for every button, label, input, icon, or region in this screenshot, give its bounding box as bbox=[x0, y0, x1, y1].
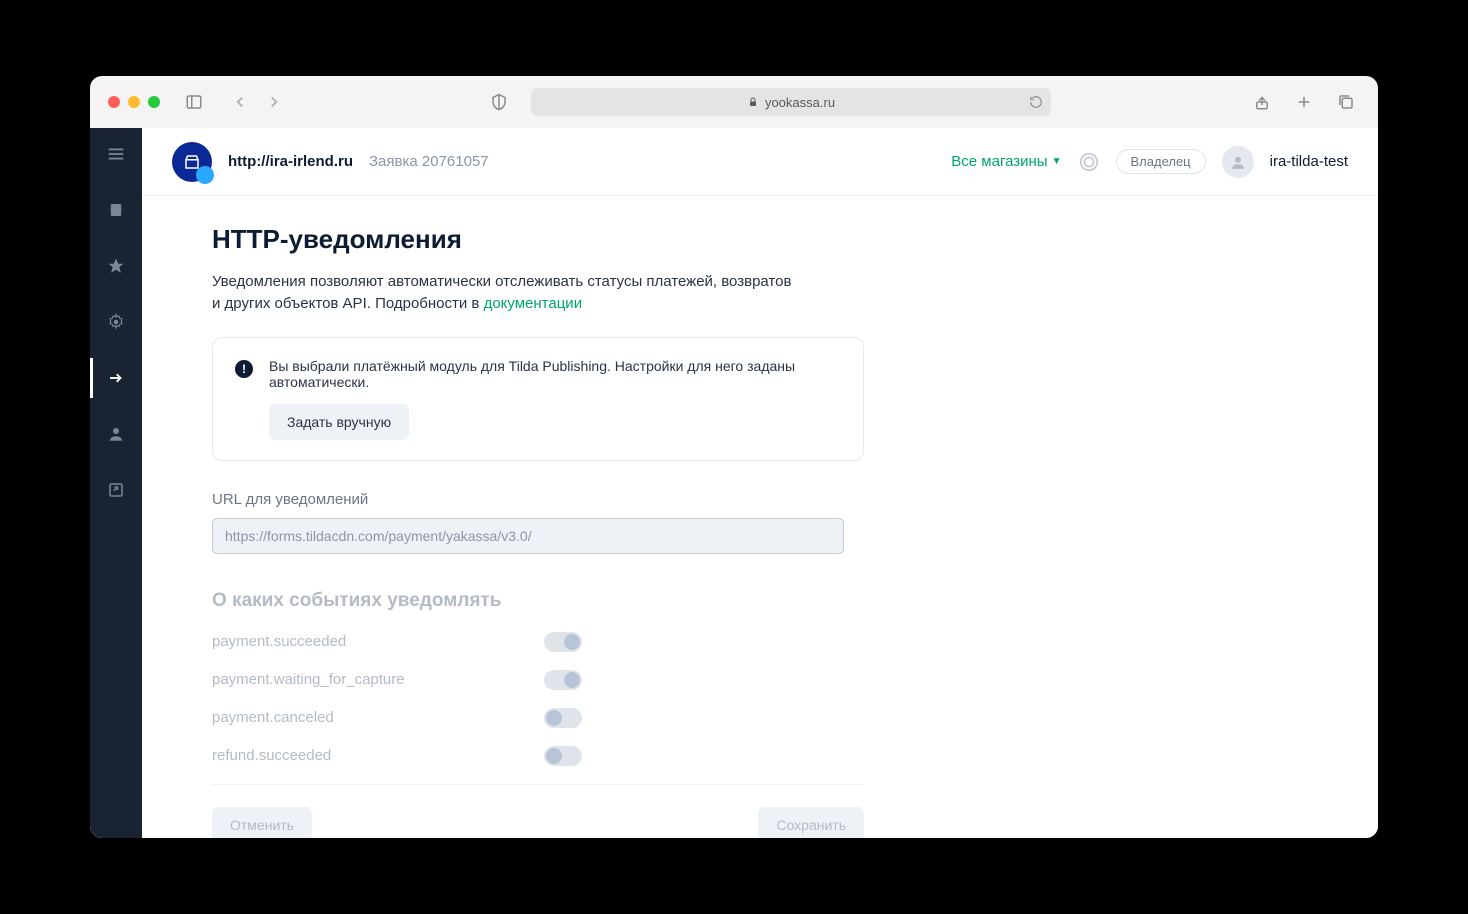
event-label: refund.succeeded bbox=[212, 747, 331, 764]
sidebar-item-favorites[interactable] bbox=[90, 252, 142, 280]
forward-button[interactable] bbox=[260, 88, 288, 116]
event-row: payment.waiting_for_capture bbox=[212, 670, 582, 690]
username[interactable]: ira-tilda-test bbox=[1270, 153, 1348, 170]
avatar[interactable] bbox=[1222, 146, 1254, 178]
auto-config-notice: ! Вы выбрали платёжный модуль для Tilda … bbox=[212, 337, 864, 461]
app-sidebar bbox=[90, 128, 142, 838]
close-window-button[interactable] bbox=[108, 96, 120, 108]
url-field-group: URL для уведомлений bbox=[212, 491, 912, 554]
shop-url[interactable]: http://ira-irlend.ru bbox=[228, 153, 353, 170]
page-description: Уведомления позволяют автоматически отсл… bbox=[212, 271, 792, 315]
browser-titlebar: yookassa.ru bbox=[90, 76, 1378, 128]
event-row: payment.succeeded bbox=[212, 632, 582, 652]
back-button[interactable] bbox=[226, 88, 254, 116]
address-bar[interactable]: yookassa.ru bbox=[531, 88, 1051, 116]
manual-config-button[interactable]: Задать вручную bbox=[269, 404, 409, 440]
browser-window: yookassa.ru bbox=[90, 76, 1378, 838]
app-frame: http://ira-irlend.ru Заявка 20761057 Все… bbox=[90, 128, 1378, 838]
request-id: Заявка 20761057 bbox=[369, 153, 489, 170]
event-label: payment.waiting_for_capture bbox=[212, 671, 405, 688]
event-toggle-payment-waiting[interactable] bbox=[544, 670, 582, 690]
new-tab-icon[interactable] bbox=[1290, 88, 1318, 116]
sidebar-item-account[interactable] bbox=[90, 196, 142, 224]
menu-toggle-icon[interactable] bbox=[90, 140, 142, 168]
share-icon[interactable] bbox=[1248, 88, 1276, 116]
url-field-label: URL для уведомлений bbox=[212, 491, 912, 508]
window-controls bbox=[108, 96, 160, 108]
content-area: HTTP-уведомления Уведомления позволяют а… bbox=[142, 196, 1378, 838]
event-toggle-refund-succeeded[interactable] bbox=[544, 746, 582, 766]
footer-actions: Отменить Сохранить bbox=[212, 784, 864, 839]
main-panel: http://ira-irlend.ru Заявка 20761057 Все… bbox=[142, 128, 1378, 838]
sidebar-item-settings[interactable] bbox=[90, 308, 142, 336]
theme-toggle-icon[interactable] bbox=[1078, 151, 1100, 173]
sidebar-item-external[interactable] bbox=[90, 476, 142, 504]
save-button[interactable]: Сохранить bbox=[758, 807, 864, 839]
sidebar-item-integrations[interactable] bbox=[90, 364, 142, 392]
maximize-window-button[interactable] bbox=[148, 96, 160, 108]
notice-text: Вы выбрали платёжный модуль для Tilda Pu… bbox=[269, 358, 841, 390]
role-badge: Владелец bbox=[1116, 149, 1206, 174]
event-toggle-payment-canceled[interactable] bbox=[544, 708, 582, 728]
sidebar-item-profile[interactable] bbox=[90, 420, 142, 448]
reload-icon[interactable] bbox=[1029, 95, 1043, 109]
app-header: http://ira-irlend.ru Заявка 20761057 Все… bbox=[142, 128, 1378, 196]
tabs-overview-icon[interactable] bbox=[1332, 88, 1360, 116]
event-label: payment.canceled bbox=[212, 709, 334, 726]
lock-icon bbox=[747, 96, 759, 108]
notification-url-input[interactable] bbox=[212, 518, 844, 554]
url-text: yookassa.ru bbox=[765, 95, 835, 110]
sidebar-toggle-icon[interactable] bbox=[180, 88, 208, 116]
event-row: payment.canceled bbox=[212, 708, 582, 728]
privacy-shield-icon[interactable] bbox=[485, 88, 513, 116]
page-title: HTTP-уведомления bbox=[212, 224, 912, 255]
minimize-window-button[interactable] bbox=[128, 96, 140, 108]
chevron-down-icon: ▼ bbox=[1052, 156, 1062, 167]
info-icon: ! bbox=[235, 360, 253, 378]
event-label: payment.succeeded bbox=[212, 633, 346, 650]
all-shops-dropdown[interactable]: Все магазины ▼ bbox=[951, 153, 1061, 170]
shop-logo[interactable] bbox=[172, 142, 212, 182]
cancel-button[interactable]: Отменить bbox=[212, 807, 312, 839]
event-toggle-payment-succeeded[interactable] bbox=[544, 632, 582, 652]
documentation-link[interactable]: документации bbox=[484, 295, 583, 312]
events-section-title: О каких событиях уведомлять bbox=[212, 590, 912, 612]
event-row: refund.succeeded bbox=[212, 746, 582, 766]
